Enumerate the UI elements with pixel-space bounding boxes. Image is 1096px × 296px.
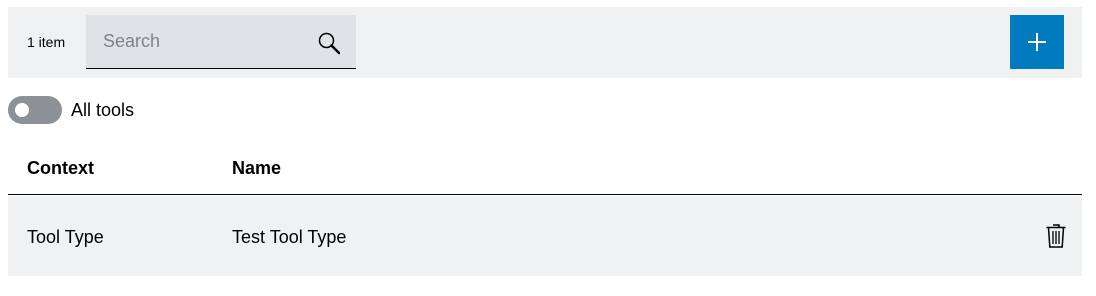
column-header-context[interactable]: Context	[27, 157, 94, 179]
add-button[interactable]	[1010, 15, 1064, 69]
trash-icon	[1046, 224, 1066, 248]
cell-name: Test Tool Type	[232, 227, 347, 247]
search-icon[interactable]	[317, 31, 341, 55]
item-count: 1 item	[27, 34, 66, 50]
all-tools-filter: All tools	[8, 96, 208, 124]
toggle-knob	[15, 103, 29, 117]
cell-context: Tool Type	[27, 227, 104, 247]
table-row[interactable]: Tool Type Test Tool Type	[8, 196, 1082, 276]
delete-button[interactable]	[1043, 223, 1069, 249]
search-input[interactable]	[86, 15, 306, 68]
toggle-label: All tools	[71, 100, 135, 120]
column-header-name[interactable]: Name	[232, 157, 281, 179]
plus-icon	[1028, 33, 1046, 51]
search-box	[86, 15, 356, 69]
all-tools-toggle[interactable]	[8, 96, 62, 124]
toolbar: 1 item	[8, 7, 1082, 78]
table-header: Context Name	[8, 142, 1082, 195]
